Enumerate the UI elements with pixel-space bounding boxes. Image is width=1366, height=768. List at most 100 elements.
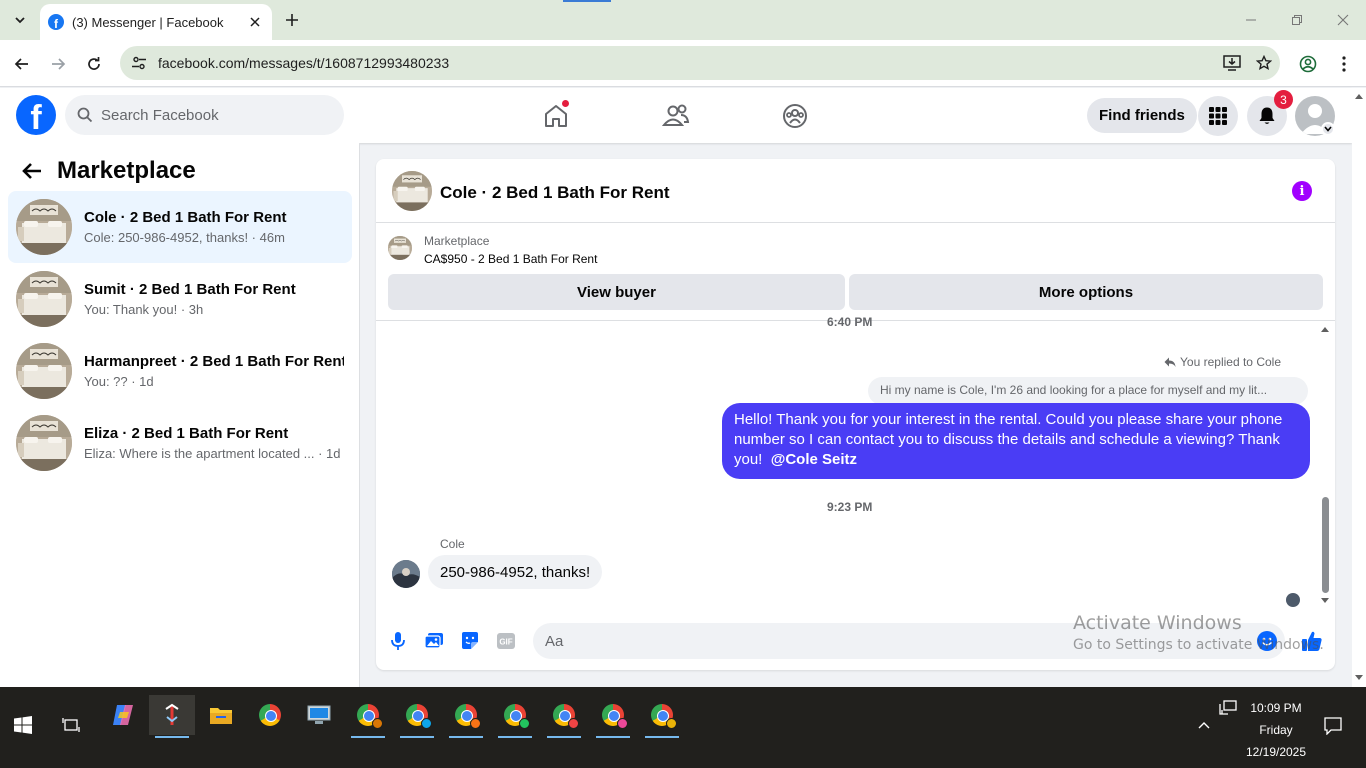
- account-chevron[interactable]: [1321, 122, 1335, 136]
- conversation-preview: Eliza: Where is the apartment located ..…: [84, 446, 341, 461]
- pinned-app-taskbar-icon[interactable]: [149, 695, 195, 738]
- info-icon[interactable]: i: [1292, 181, 1312, 201]
- conversation-name: Harmanpreet · 2 Bed 1 Bath For Rent: [84, 353, 344, 370]
- site-info-icon[interactable]: [122, 55, 156, 71]
- reply-indicator-text: You replied to Cole: [1180, 355, 1281, 369]
- gif-button[interactable]: GIF: [494, 629, 518, 653]
- back-to-inbox-button[interactable]: [20, 159, 44, 183]
- open-app-indicator: [645, 736, 679, 738]
- copilot-taskbar-icon[interactable]: [100, 695, 146, 735]
- show-hidden-icons-button[interactable]: [1192, 713, 1216, 737]
- listing-price-title[interactable]: CA$950 - 2 Bed 1 Bath For Rent: [424, 252, 597, 266]
- arrow-right-icon: [52, 58, 66, 70]
- listing-thumbnail: [16, 199, 72, 255]
- facebook-logo[interactable]: f: [16, 95, 56, 135]
- search-input[interactable]: [101, 106, 321, 124]
- chrome-profile-taskbar-icon[interactable]: [541, 695, 587, 738]
- scroll-up-icon[interactable]: [1320, 325, 1330, 333]
- more-options-button[interactable]: More options: [849, 274, 1323, 310]
- notification-center-button[interactable]: [1320, 715, 1346, 737]
- home-notification-dot: [561, 99, 570, 108]
- address-bar[interactable]: facebook.com/messages/t/1608712993480233: [120, 46, 1280, 80]
- page-scrollbar[interactable]: [1352, 88, 1366, 687]
- chrome-taskbar-icon[interactable]: [247, 695, 293, 735]
- chrome-profile-taskbar-icon[interactable]: [492, 695, 538, 738]
- browser-tab[interactable]: f (3) Messenger | Facebook: [40, 4, 272, 40]
- nav-friends[interactable]: [656, 96, 696, 136]
- mention-link[interactable]: @Cole Seitz: [771, 451, 857, 468]
- chrome-profile-taskbar-icon[interactable]: [590, 695, 636, 738]
- attach-media-button[interactable]: [422, 629, 446, 653]
- scroll-up-icon[interactable]: [1354, 92, 1364, 100]
- arrow-left-icon: [22, 163, 41, 179]
- restore-button[interactable]: [1274, 0, 1320, 40]
- voice-clip-button[interactable]: [386, 629, 410, 653]
- chat-panel: Cole · 2 Bed 1 Bath For Rent i Marketpla…: [376, 159, 1335, 670]
- task-view-button[interactable]: [48, 705, 94, 745]
- clock-time: 10:09 PM: [1250, 701, 1302, 715]
- outgoing-message[interactable]: Hello! Thank you for your interest in th…: [722, 403, 1310, 479]
- conversation-name: Cole · 2 Bed 1 Bath For Rent: [84, 209, 287, 226]
- quoted-message[interactable]: Hi my name is Cole, I'm 26 and looking f…: [868, 377, 1308, 405]
- conversation-item[interactable]: Harmanpreet · 2 Bed 1 Bath For Rent You: …: [8, 335, 352, 407]
- listing-thumbnail: [16, 343, 72, 399]
- new-tab-button[interactable]: [280, 8, 304, 32]
- listing-thumbnail[interactable]: [392, 171, 432, 211]
- gif-icon: GIF: [497, 633, 515, 649]
- task-view-icon: [62, 718, 80, 732]
- notifications-button[interactable]: 3: [1247, 90, 1293, 136]
- reply-arrow-icon: [1164, 357, 1176, 367]
- tab-indicator: [563, 0, 611, 2]
- reload-button[interactable]: [80, 50, 108, 78]
- install-app-icon[interactable]: [1216, 55, 1248, 71]
- chrome-profile-taskbar-icon[interactable]: [394, 695, 440, 738]
- page-title: Marketplace: [57, 157, 196, 184]
- scroll-down-icon[interactable]: [1320, 597, 1330, 605]
- open-app-indicator: [400, 736, 434, 738]
- tab-search-button[interactable]: [6, 6, 34, 34]
- nav-groups[interactable]: [775, 96, 815, 136]
- open-app-indicator: [498, 736, 532, 738]
- menu-button[interactable]: [1198, 96, 1238, 136]
- view-buyer-button[interactable]: View buyer: [388, 274, 845, 310]
- chat-title[interactable]: Cole · 2 Bed 1 Bath For Rent: [440, 183, 670, 203]
- profile-button[interactable]: [1294, 50, 1322, 78]
- back-button[interactable]: [8, 50, 36, 78]
- incoming-message[interactable]: 250-986-4952, thanks!: [428, 555, 603, 589]
- close-icon: [1337, 14, 1349, 26]
- search-box[interactable]: [65, 95, 344, 135]
- facebook-header: f Find friends 3: [0, 88, 1352, 143]
- sticker-button[interactable]: [458, 629, 482, 653]
- clock-day: Friday: [1259, 723, 1293, 737]
- chat-scrollbar-thumb[interactable]: [1322, 497, 1329, 593]
- seen-indicator-avatar: [1286, 593, 1300, 607]
- conversation-item[interactable]: Eliza · 2 Bed 1 Bath For Rent Eliza: Wher…: [8, 407, 352, 479]
- find-friends-button[interactable]: Find friends: [1087, 98, 1197, 133]
- chrome-profile-taskbar-icon[interactable]: [639, 695, 685, 738]
- clock-date: 12/19/2025: [1245, 745, 1307, 759]
- contact-avatar[interactable]: [392, 560, 420, 588]
- minimize-button[interactable]: [1228, 0, 1274, 40]
- forward-button[interactable]: [44, 50, 72, 78]
- nav-home[interactable]: [536, 96, 576, 136]
- profile-icon: [1299, 55, 1317, 73]
- bookmark-star-icon[interactable]: [1248, 55, 1280, 71]
- system-clock[interactable]: 10:09 PM Friday 12/19/2025: [1236, 697, 1316, 763]
- chrome-profile-taskbar-icon[interactable]: [443, 695, 489, 738]
- arrow-left-icon: [14, 58, 28, 70]
- conversation-item[interactable]: Cole · 2 Bed 1 Bath For Rent Cole: 250-98…: [8, 191, 352, 263]
- listing-thumbnail: [16, 271, 72, 327]
- conversation-item[interactable]: Sumit · 2 Bed 1 Bath For Rent You: Thank …: [8, 263, 352, 335]
- timestamp-separator: 9:23 PM: [827, 500, 873, 514]
- bell-icon: [1259, 107, 1275, 124]
- close-tab-button[interactable]: [246, 13, 264, 31]
- marketplace-label: Marketplace: [424, 234, 490, 248]
- start-button[interactable]: [0, 705, 46, 745]
- listing-small-thumbnail: [388, 236, 412, 260]
- remote-desktop-taskbar-icon[interactable]: [296, 695, 342, 735]
- scroll-down-icon[interactable]: [1354, 674, 1364, 682]
- file-explorer-taskbar-icon[interactable]: [198, 695, 244, 735]
- close-window-button[interactable]: [1320, 0, 1366, 40]
- browser-menu-button[interactable]: [1330, 50, 1358, 78]
- chrome-profile-taskbar-icon[interactable]: [345, 695, 391, 738]
